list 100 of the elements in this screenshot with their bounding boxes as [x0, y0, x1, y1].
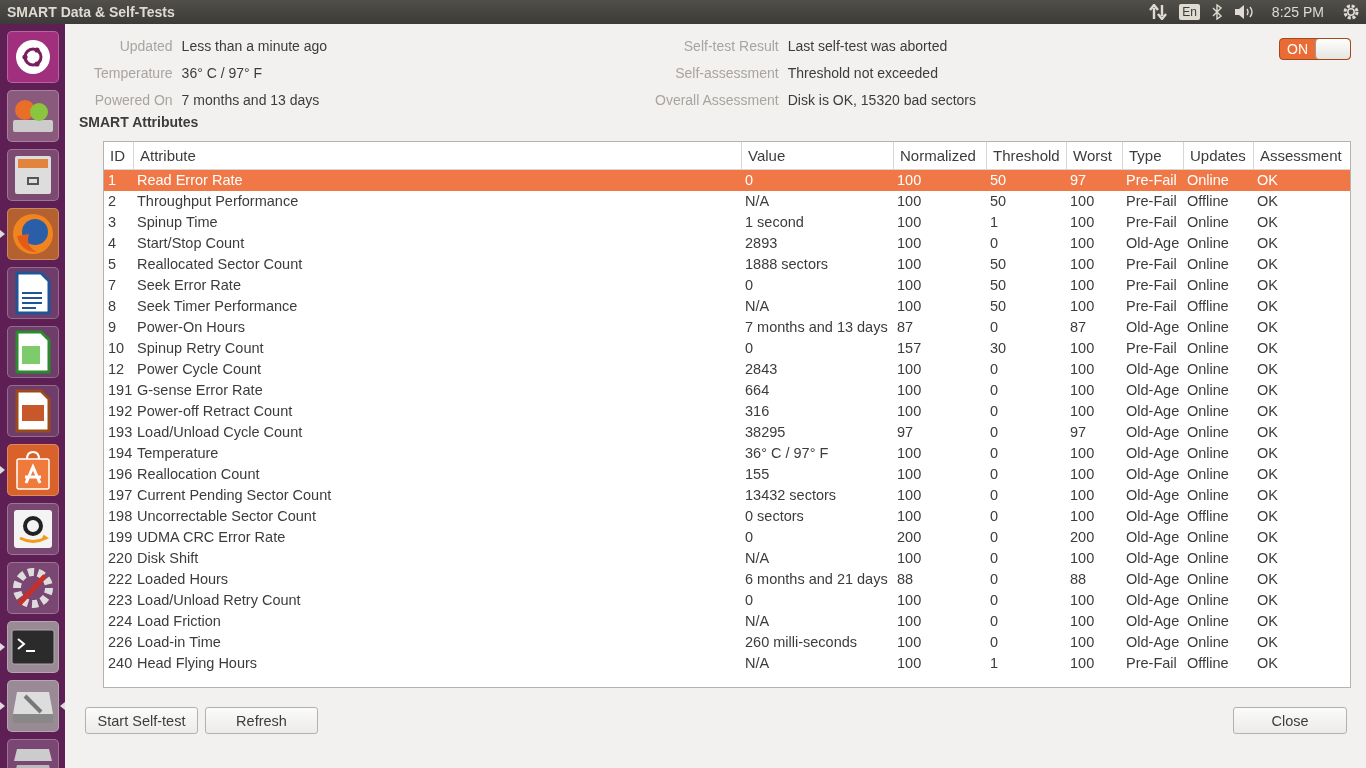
- table-cell-text: 0: [989, 444, 1000, 463]
- table-cell-text: 100: [896, 633, 923, 652]
- table-row[interactable]: 220 Disk Shift N/A 100 0 100 Old-Age Online OK: [104, 548, 1350, 569]
- table-cell-text: Online: [1186, 402, 1230, 421]
- table-cell-text: 100: [896, 276, 923, 295]
- table-cell-text: Power Cycle Count: [136, 360, 263, 379]
- table-cell-text: 0: [744, 171, 755, 190]
- table-cell-text: Offline: [1186, 192, 1230, 211]
- table-cell-text: Online: [1186, 528, 1230, 547]
- table-row[interactable]: 226 Load-in Time 260 milli-seconds 100 0 100 Old-Age Online OK: [104, 632, 1350, 653]
- column-header[interactable]: Normalized: [894, 142, 987, 169]
- column-header[interactable]: Value: [742, 142, 894, 169]
- table-cell-text: Old-Age: [1125, 402, 1181, 421]
- table-cell-text: Pre-Fail: [1125, 213, 1178, 232]
- column-header[interactable]: Worst: [1067, 142, 1123, 169]
- document-icon: [14, 389, 51, 433]
- table-cell-text: Online: [1186, 549, 1230, 568]
- table-cell-text: 100: [1069, 612, 1096, 631]
- table-cell-text: N/A: [744, 297, 771, 316]
- table-cell-text: 0: [744, 276, 755, 295]
- table-cell-text: Throughput Performance: [136, 192, 300, 211]
- dialog-button[interactable]: Refresh: [205, 707, 318, 734]
- table-row[interactable]: 194 Temperature 36° C / 97° F 100 0 100 Old-Age Online OK: [104, 443, 1350, 464]
- table-cell-text: Old-Age: [1125, 591, 1181, 610]
- table-cell-text: 193: [107, 423, 134, 442]
- table-cell-text: 100: [1069, 192, 1096, 211]
- column-header[interactable]: Attribute: [134, 142, 742, 169]
- column-header[interactable]: Type: [1123, 142, 1184, 169]
- table-cell-text: 50: [989, 297, 1008, 316]
- table-row[interactable]: 223 Load/Unload Retry Count 0 100 0 100 Old-Age Online OK: [104, 590, 1350, 611]
- table-row[interactable]: 222 Loaded Hours 6 months and 21 days 88 0 88 Old-Age Online OK: [104, 569, 1350, 590]
- table-cell-text: Online: [1186, 591, 1230, 610]
- table-row[interactable]: 224 Load Friction N/A 100 0 100 Old-Age Online OK: [104, 611, 1350, 632]
- column-header[interactable]: Threshold: [987, 142, 1067, 169]
- table-cell-text: Start/Stop Count: [136, 234, 246, 253]
- table-cell-text: 224: [107, 612, 134, 631]
- field-value: Disk is OK, 15320 bad sectors: [787, 91, 977, 110]
- table-cell-text: OK: [1256, 633, 1279, 652]
- table-row[interactable]: 193 Load/Unload Cycle Count 38295 97 0 97 Old-Age Online OK: [104, 422, 1350, 443]
- table-cell-text: Online: [1186, 423, 1230, 442]
- table-cell-text: OK: [1256, 486, 1279, 505]
- dialog-button[interactable]: Start Self-test: [85, 707, 198, 734]
- table-row[interactable]: 7 Seek Error Rate 0 100 50 100 Pre-Fail Online OK: [104, 275, 1350, 296]
- table-row[interactable]: 3 Spinup Time 1 second 100 1 100 Pre-Fail Online OK: [104, 212, 1350, 233]
- table-cell-text: 0: [744, 339, 755, 358]
- table-cell-text: 6 months and 21 days: [744, 570, 889, 589]
- table-cell-text: 2: [107, 192, 118, 211]
- column-header[interactable]: Assessment: [1254, 142, 1350, 169]
- volume-icon[interactable]: [1233, 4, 1254, 20]
- dialog-button[interactable]: Close: [1233, 707, 1347, 734]
- table-cell-text: OK: [1256, 360, 1279, 379]
- table-row[interactable]: 2 Throughput Performance N/A 100 50 100 Pre-Fail Offline OK: [104, 191, 1350, 212]
- power-gear-icon[interactable]: [1342, 3, 1360, 21]
- keyboard-layout-indicator[interactable]: En: [1179, 4, 1200, 20]
- table-cell-text: 157: [896, 339, 923, 358]
- table-row[interactable]: 12 Power Cycle Count 2843 100 0 100 Old-Age Online OK: [104, 359, 1350, 380]
- table-cell-text: Temperature: [136, 444, 220, 463]
- column-header[interactable]: Updates: [1184, 142, 1254, 169]
- table-cell-text: 100: [1069, 360, 1096, 379]
- table-cell-text: Online: [1186, 213, 1230, 232]
- table-cell-text: 2893: [744, 234, 779, 253]
- table-cell-text: 1: [989, 654, 1000, 673]
- table-row[interactable]: 196 Reallocation Count 155 100 0 100 Old-Age Online OK: [104, 464, 1350, 485]
- table-row[interactable]: 4 Start/Stop Count 2893 100 0 100 Old-Age Online OK: [104, 233, 1350, 254]
- table-row[interactable]: 199 UDMA CRC Error Rate 0 200 0 200 Old-Age Online OK: [104, 527, 1350, 548]
- table-cell-text: 100: [1069, 276, 1096, 295]
- table-row[interactable]: 197 Current Pending Sector Count 13432 sectors 100 0 100 Old-Age Online OK: [104, 485, 1350, 506]
- table-cell-text: 200: [1069, 528, 1096, 547]
- table-row[interactable]: 192 Power-off Retract Count 316 100 0 100 Old-Age Online OK: [104, 401, 1350, 422]
- table-cell-text: OK: [1256, 402, 1279, 421]
- table-row[interactable]: 198 Uncorrectable Sector Count 0 sectors 100 0 100 Old-Age Offline OK: [104, 506, 1350, 527]
- table-cell-text: 97: [896, 423, 915, 442]
- table-row[interactable]: 8 Seek Timer Performance N/A 100 50 100 Pre-Fail Offline OK: [104, 296, 1350, 317]
- table-row[interactable]: 240 Head Flying Hours N/A 100 1 100 Pre-Fail Offline OK: [104, 653, 1350, 674]
- table-cell-text: 664: [744, 381, 771, 400]
- table-cell-text: 100: [1069, 339, 1096, 358]
- launcher-item[interactable]: [0, 680, 65, 732]
- table-cell-text: Old-Age: [1125, 318, 1181, 337]
- table-cell-text: 87: [1069, 318, 1088, 337]
- filing-cabinet-icon: [12, 154, 53, 196]
- field-value: Last self-test was aborted: [787, 37, 949, 56]
- clock[interactable]: 8:25 PM: [1271, 4, 1324, 20]
- table-cell-text: 197: [107, 486, 134, 505]
- table-cell-text: N/A: [744, 612, 771, 631]
- column-header[interactable]: ID: [104, 142, 134, 169]
- table-cell-text: OK: [1256, 507, 1279, 526]
- table-row[interactable]: 10 Spinup Retry Count 0 157 30 100 Pre-Fail Online OK: [104, 338, 1350, 359]
- table-row[interactable]: 191 G-sense Error Rate 664 100 0 100 Old-Age Online OK: [104, 380, 1350, 401]
- table-cell-text: UDMA CRC Error Rate: [136, 528, 287, 547]
- table-cell-text: Old-Age: [1125, 444, 1181, 463]
- bluetooth-icon[interactable]: [1211, 4, 1222, 20]
- network-arrows-icon[interactable]: [1149, 4, 1168, 20]
- table-cell-text: 0: [989, 591, 1000, 610]
- table-row[interactable]: 5 Reallocated Sector Count 1888 sectors 100 50 100 Pre-Fail Online OK: [104, 254, 1350, 275]
- table-cell-text: Offline: [1186, 654, 1230, 673]
- table-cell-text: Power-On Hours: [136, 318, 246, 337]
- table-cell-text: 100: [896, 486, 923, 505]
- table-row[interactable]: 9 Power-On Hours 7 months and 13 days 87 0 87 Old-Age Online OK: [104, 317, 1350, 338]
- table-cell-text: 0: [989, 570, 1000, 589]
- table-cell-text: Online: [1186, 486, 1230, 505]
